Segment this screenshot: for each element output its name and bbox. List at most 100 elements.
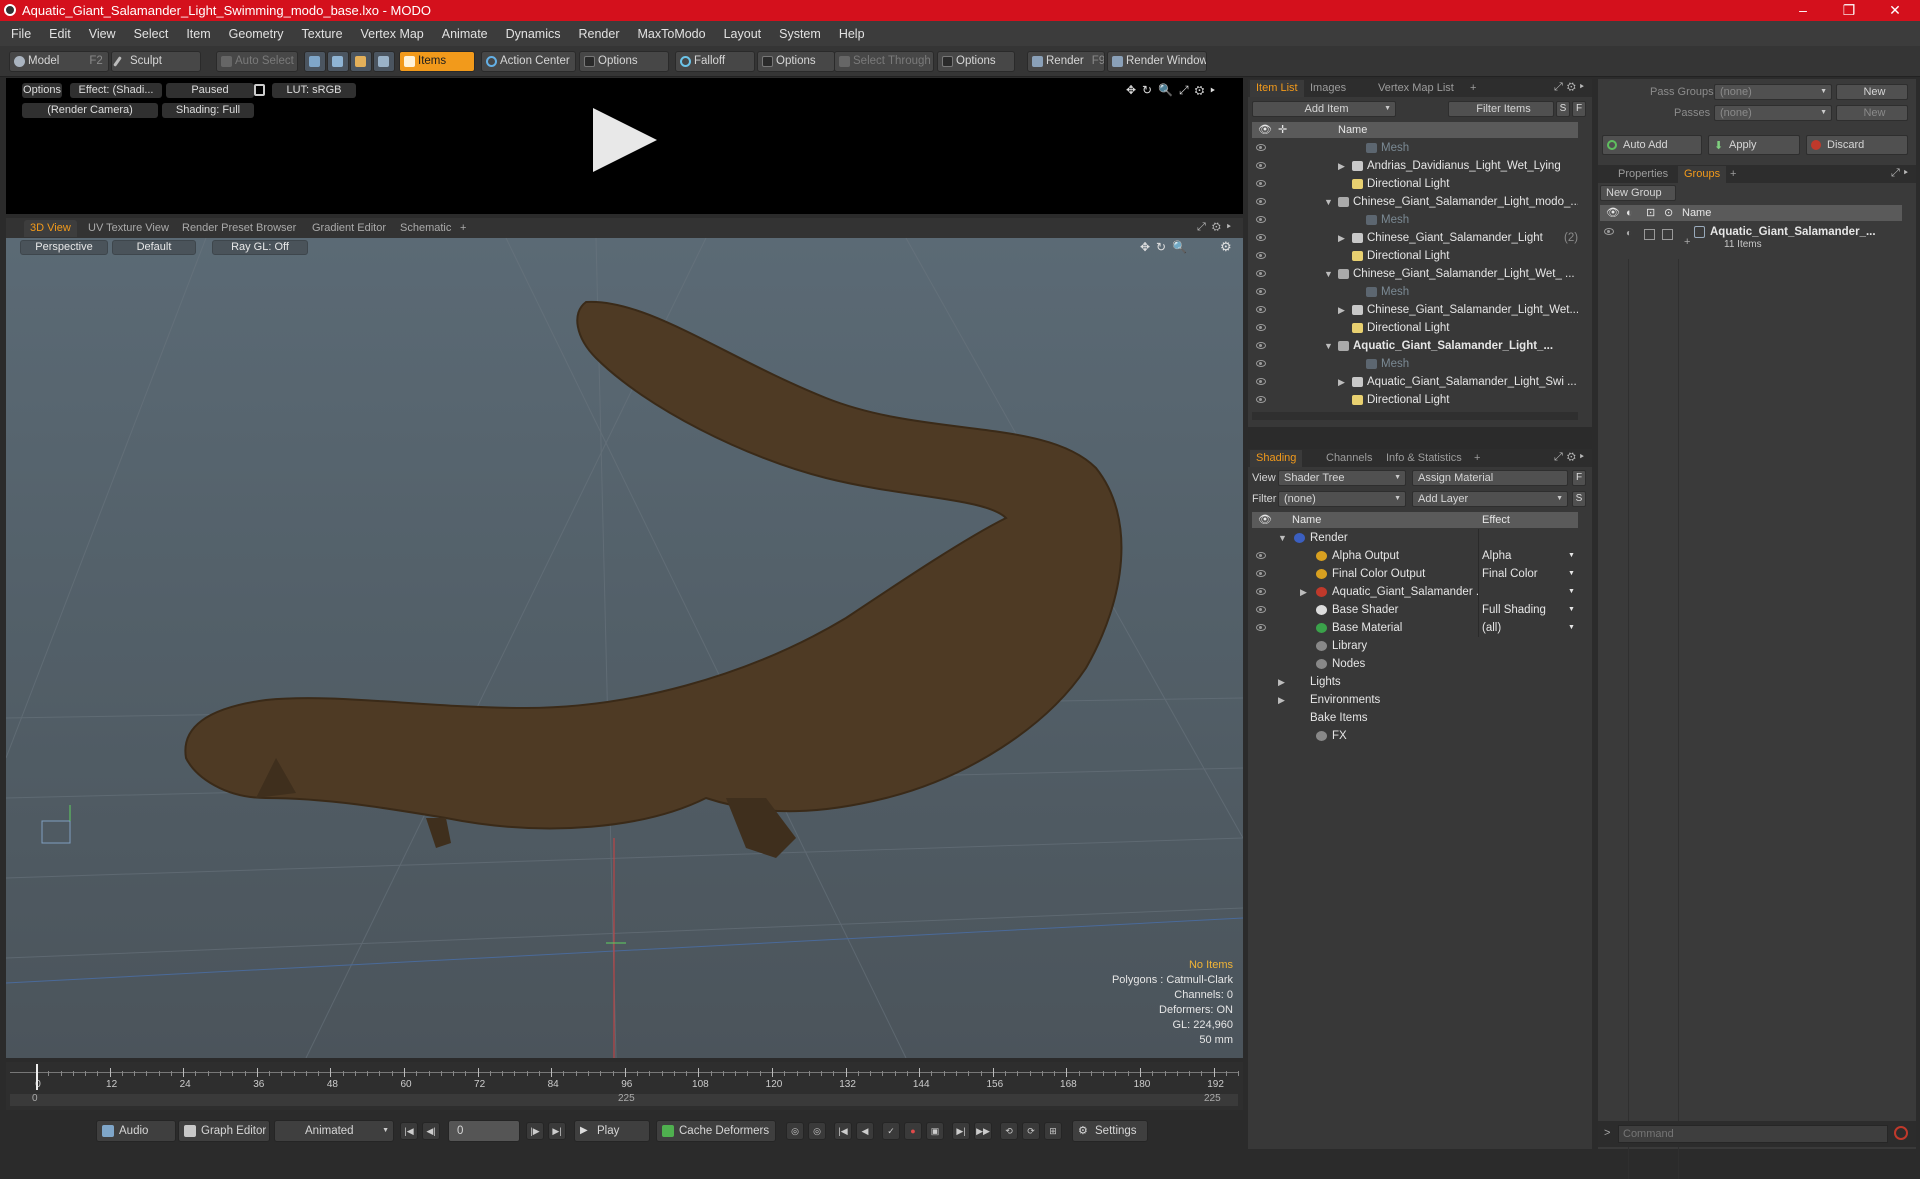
item-list-row[interactable]: ▶ Chinese_Giant_Salamander_Light (2) (1252, 229, 1578, 247)
effect-column-header[interactable]: Effect (1482, 512, 1510, 528)
timeline[interactable]: 0 12 24 36 48 60 72 84 96 108 120 132 144 156 168 180 19… (6, 1062, 1424, 1110)
key-tool-5[interactable]: ✓ (882, 1122, 900, 1140)
shader-tree-row[interactable]: Library (1252, 637, 1578, 655)
next-key-button[interactable]: |▶ (526, 1122, 544, 1140)
current-frame-input[interactable]: 0 (448, 1120, 520, 1142)
group-row[interactable]: ◐ + Aquatic_Giant_Salamander_... 11 Item… (1600, 223, 1902, 255)
item-list-row[interactable]: ▼ Chinese_Giant_Salamander_Light_Wet_ ... (1252, 265, 1578, 283)
menu-animate[interactable]: Animate (433, 27, 497, 41)
chevron-down-icon[interactable]: ▼ (1568, 547, 1575, 565)
command-history-icon[interactable] (1894, 1126, 1908, 1140)
new-pass-group-button[interactable]: New (1836, 84, 1908, 100)
visibility-eye-icon[interactable] (1256, 198, 1266, 205)
go-to-end-button[interactable]: ▶| (548, 1122, 566, 1140)
action-center-button[interactable]: Action Center (481, 51, 576, 72)
expand-arrow-icon[interactable]: ▶ (1338, 301, 1345, 319)
go-to-start-button[interactable]: |◀ (400, 1122, 418, 1140)
menu-select[interactable]: Select (125, 27, 178, 41)
menu-geometry[interactable]: Geometry (220, 27, 293, 41)
add-tab-button[interactable]: + (454, 220, 472, 237)
perspective-dropdown[interactable]: Perspective (20, 240, 108, 255)
item-list-row[interactable]: ▶ Chinese_Giant_Salamander_Light_Wet... (1252, 301, 1578, 319)
visibility-eye-icon[interactable] (1256, 180, 1266, 187)
visibility-eye-icon[interactable] (1256, 570, 1266, 577)
passes-dropdown[interactable]: (none) (1714, 105, 1832, 121)
item-list-row[interactable]: Mesh (1252, 283, 1578, 301)
filter-dropdown[interactable]: (none) (1278, 491, 1406, 507)
shader-tree-row[interactable]: ▶ Lights (1252, 673, 1578, 691)
collapse-arrow-icon[interactable]: ▼ (1278, 529, 1287, 547)
visibility-eye-icon[interactable] (1256, 324, 1266, 331)
chevron-down-icon[interactable]: ▼ (1568, 583, 1575, 601)
visibility-eye-icon[interactable] (1256, 252, 1266, 259)
viewport-tab-controls[interactable]: ⤢⚙▸ (1197, 221, 1237, 234)
visibility-eye-icon[interactable] (1256, 606, 1266, 613)
menu-maxtomodo[interactable]: MaxToModo (629, 27, 715, 41)
previous-key-button[interactable]: ◀| (422, 1122, 440, 1140)
assign-material-button[interactable]: Assign Material (1412, 470, 1568, 486)
item-list-row[interactable]: ▼ Aquatic_Giant_Salamander_Light_... (1252, 337, 1578, 355)
tab-shading[interactable]: Shading (1250, 450, 1303, 467)
add-shading-tab[interactable]: + (1468, 450, 1486, 467)
falloff-button[interactable]: Falloff (675, 51, 755, 72)
shader-tree-row[interactable]: ▶ Aquatic_Giant_Salamander ... ▼ (1252, 583, 1578, 601)
auto-select-button[interactable]: Auto Select (216, 51, 298, 72)
tab-info-statistics[interactable]: Info & Statistics (1380, 450, 1468, 467)
add-layer-dropdown[interactable]: Add Layer (1412, 491, 1568, 507)
shader-tree-row[interactable]: FX (1252, 727, 1578, 745)
shader-tree-row[interactable]: Base Material (all) ▼ (1252, 619, 1578, 637)
render-window-button[interactable]: Render Window (1107, 51, 1207, 72)
expand-arrow-icon[interactable]: ▶ (1278, 673, 1285, 691)
expand-arrow-icon[interactable]: ▶ (1338, 157, 1345, 175)
visibility-eye-icon[interactable] (1256, 288, 1266, 295)
menu-help[interactable]: Help (830, 27, 874, 41)
shading-f-button[interactable]: F (1572, 470, 1586, 486)
collapse-arrow-icon[interactable]: ▼ (1324, 337, 1333, 355)
name-column-header[interactable]: Name (1682, 205, 1711, 221)
collapse-arrow-icon[interactable]: ▼ (1324, 193, 1333, 211)
groups-panel-controls[interactable]: ⤢▸ (1891, 167, 1912, 180)
close-button[interactable]: ✕ (1872, 0, 1918, 21)
shader-effect-dropdown[interactable]: (all) (1482, 619, 1572, 637)
play-icon[interactable] (593, 108, 657, 172)
shading-s-button[interactable]: S (1572, 491, 1586, 507)
tab-vertex-map-list[interactable]: Vertex Map List (1372, 80, 1460, 97)
expand-arrow-icon[interactable]: ▶ (1338, 373, 1345, 391)
menu-edit[interactable]: Edit (40, 27, 80, 41)
item-list-row[interactable]: ▼ Chinese_Giant_Salamander_Light_modo_... (1252, 193, 1578, 211)
paused-button[interactable]: Paused (166, 83, 254, 98)
tab-3d-view[interactable]: 3D View (24, 220, 77, 237)
filter-f-button[interactable]: F (1572, 101, 1586, 117)
discard-button[interactable]: Discard (1806, 135, 1908, 155)
settings-button[interactable]: ⚙ Settings (1072, 1120, 1148, 1142)
item-list-row[interactable]: Directional Light (1252, 319, 1578, 337)
shader-tree-row[interactable]: Nodes (1252, 655, 1578, 673)
item-list-row[interactable]: Directional Light (1252, 391, 1578, 409)
tab-uv-texture-view[interactable]: UV Texture View (82, 220, 175, 237)
record-button[interactable]: ● (904, 1122, 922, 1140)
render-preview-viewport[interactable]: Options Effect: (Shadi... Paused LUT: sR… (6, 78, 1243, 214)
3d-viewport[interactable]: Perspective Default Ray GL: Off ✥↻🔍 ⚙ No… (6, 238, 1243, 1058)
menu-system[interactable]: System (770, 27, 830, 41)
visibility-eye-icon[interactable] (1256, 144, 1266, 151)
item-list-row[interactable]: ▶Andrias_Davidianus_Light_Wet_Lying(2) (1252, 157, 1578, 175)
shader-tree-row[interactable]: Final Color Output Final Color ▼ (1252, 565, 1578, 583)
visibility-eye-icon[interactable] (1256, 306, 1266, 313)
expand-arrow-icon[interactable]: ▶ (1338, 229, 1345, 247)
play-button[interactable]: ▶ Play (574, 1120, 650, 1142)
animated-dropdown[interactable]: Animated (274, 1120, 394, 1142)
chevron-down-icon[interactable]: ▼ (1568, 619, 1575, 637)
visibility-eye-icon[interactable] (1256, 588, 1266, 595)
materials-select-button[interactable] (373, 51, 395, 72)
key-tool-9[interactable]: ⟲ (1000, 1122, 1018, 1140)
item-list-row[interactable]: Mesh (1252, 139, 1578, 157)
name-column-header[interactable]: Name (1338, 122, 1367, 138)
shader-tree-row[interactable]: Alpha Output Alpha ▼ (1252, 547, 1578, 565)
sculpt-mode-button[interactable]: Sculpt (111, 51, 201, 72)
apply-button[interactable]: ⬇ Apply (1708, 135, 1800, 155)
preview-options-button[interactable]: Options (22, 83, 62, 98)
preview-nav-icons[interactable]: ✥↻🔍⤢⚙▸ (1126, 83, 1221, 98)
chevron-down-icon[interactable]: ▼ (1568, 565, 1575, 583)
shader-effect-dropdown[interactable]: Full Shading (1482, 601, 1572, 619)
polygons-select-button[interactable] (350, 51, 372, 72)
